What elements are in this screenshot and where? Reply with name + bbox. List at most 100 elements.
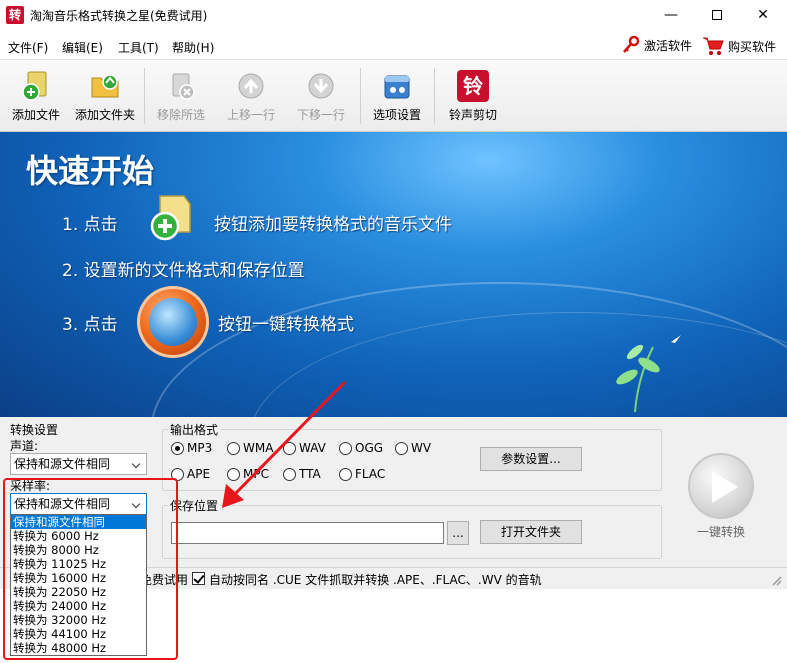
step2-text: 2. 设置新的文件格式和保存位置 bbox=[62, 261, 305, 281]
buy-label: 购买软件 bbox=[728, 39, 777, 54]
activate-label: 激活软件 bbox=[644, 38, 693, 53]
radio-dot bbox=[227, 441, 240, 455]
samplerate-option[interactable]: 转换为 22050 Hz bbox=[11, 585, 146, 599]
remove-selected-button[interactable]: 移除所选 bbox=[152, 66, 210, 126]
move-up-button[interactable]: 上移一行 bbox=[222, 66, 280, 126]
samplerate-label: 采样率: bbox=[10, 479, 51, 493]
menu-edit[interactable]: 编辑(E) bbox=[62, 39, 103, 56]
format-radio-wv[interactable]: WV bbox=[395, 441, 431, 455]
format-label: TTA bbox=[299, 467, 321, 481]
channel-select[interactable]: 保持和源文件相同 bbox=[10, 453, 147, 475]
samplerate-option[interactable]: 转换为 24000 Hz bbox=[11, 599, 146, 613]
format-label: WMA bbox=[243, 441, 274, 455]
samplerate-select[interactable]: 保持和源文件相同 bbox=[10, 493, 147, 515]
app-logo-icon: 转 bbox=[6, 6, 24, 24]
radio-dot bbox=[339, 467, 352, 481]
output-format-group bbox=[162, 429, 662, 491]
step3-text: 按钮一键转换格式 bbox=[218, 315, 354, 335]
buy-software-link[interactable]: 购买软件 bbox=[702, 36, 776, 56]
toolbar-separator bbox=[360, 68, 361, 124]
samplerate-option[interactable]: 转换为 6000 Hz bbox=[11, 529, 146, 543]
channel-label: 声道: bbox=[10, 439, 39, 453]
format-label: FLAC bbox=[355, 467, 386, 481]
open-folder-button[interactable]: 打开文件夹 bbox=[480, 520, 582, 544]
step3-number: 3. 点击 bbox=[62, 315, 118, 335]
radio-dot bbox=[283, 467, 296, 481]
format-radio-flac[interactable]: FLAC bbox=[339, 467, 385, 481]
maximize-icon bbox=[712, 10, 722, 20]
ringtone-cut-button[interactable]: 铃 铃声剪切 bbox=[444, 66, 502, 126]
radio-dot bbox=[171, 467, 184, 481]
maximize-button[interactable] bbox=[694, 0, 740, 30]
arrow-up-icon bbox=[235, 70, 267, 102]
cart-icon bbox=[703, 37, 724, 55]
menu-bar: 文件(F) 编辑(E) 工具(T) 帮助(H) 激活软件 购买软件 bbox=[0, 30, 787, 60]
samplerate-option[interactable]: 转换为 16000 Hz bbox=[11, 571, 146, 585]
menu-help[interactable]: 帮助(H) bbox=[172, 39, 214, 56]
add-file-label: 添加文件 bbox=[11, 108, 60, 122]
auto-cue-label: 自动按同名 .CUE 文件抓取并转换 .APE、.FLAC、.WV 的音轨 bbox=[209, 573, 542, 587]
toolbar: 添加文件 添加文件夹 移除所选 上移一行 下移一行 选项设置 铃 铃声剪切 bbox=[0, 60, 787, 132]
one-key-convert-label: 一键转换 bbox=[697, 525, 746, 539]
step1-number: 1. 点击 bbox=[62, 215, 118, 235]
minimize-button[interactable]: — bbox=[648, 0, 694, 30]
format-radio-tta[interactable]: TTA bbox=[283, 467, 321, 481]
samplerate-value: 保持和源文件相同 bbox=[14, 497, 111, 511]
format-label: MPC bbox=[243, 467, 269, 481]
arrow-down-icon bbox=[305, 70, 337, 102]
format-label: APE bbox=[187, 467, 211, 481]
format-radio-ogg[interactable]: OGG bbox=[339, 441, 383, 455]
samplerate-option[interactable]: 转换为 32000 Hz bbox=[11, 613, 146, 627]
ringtone-icon: 铃 bbox=[457, 70, 489, 102]
format-radio-wma[interactable]: WMA bbox=[227, 441, 273, 455]
samplerate-option[interactable]: 转换为 11025 Hz bbox=[11, 557, 146, 571]
play-icon bbox=[712, 471, 738, 503]
samplerate-option[interactable]: 保持和源文件相同 bbox=[11, 515, 146, 529]
auto-cue-checkbox[interactable] bbox=[192, 572, 205, 585]
ringtone-label: 铃声剪切 bbox=[448, 108, 497, 122]
samplerate-option[interactable]: 转换为 48000 Hz bbox=[11, 641, 146, 655]
remove-label: 移除所选 bbox=[156, 108, 205, 122]
menu-tools[interactable]: 工具(T) bbox=[118, 39, 159, 56]
radio-dot bbox=[339, 441, 352, 455]
convert-icon-inner bbox=[149, 298, 197, 346]
step1-text: 按钮添加要转换格式的音乐文件 bbox=[214, 215, 452, 235]
format-label: WV bbox=[411, 441, 432, 455]
samplerate-option[interactable]: 转换为 8000 Hz bbox=[11, 543, 146, 557]
window-title: 淘淘音乐格式转换之星(免费试用) bbox=[30, 9, 208, 23]
format-radio-mpc[interactable]: MPC bbox=[227, 467, 269, 481]
save-path-input[interactable] bbox=[171, 522, 444, 544]
one-key-convert-button[interactable] bbox=[688, 453, 754, 519]
radio-dot bbox=[227, 467, 240, 481]
options-button[interactable]: 选项设置 bbox=[368, 66, 426, 126]
samplerate-dropdown-list[interactable]: 保持和源文件相同 转换为 6000 Hz 转换为 8000 Hz 转换为 110… bbox=[10, 514, 147, 656]
move-down-button[interactable]: 下移一行 bbox=[292, 66, 350, 126]
convert-big-icon[interactable] bbox=[137, 286, 209, 358]
key-icon bbox=[623, 36, 640, 53]
browse-button[interactable]: ... bbox=[447, 521, 469, 545]
format-label: MP3 bbox=[187, 441, 213, 455]
params-settings-button[interactable]: 参数设置... bbox=[480, 447, 582, 471]
close-button[interactable]: ✕ bbox=[740, 0, 786, 30]
format-label: WAV bbox=[299, 441, 326, 455]
samplerate-option[interactable]: 转换为 44100 Hz bbox=[11, 627, 146, 641]
radio-dot bbox=[171, 441, 184, 455]
move-down-label: 下移一行 bbox=[296, 108, 345, 122]
options-label: 选项设置 bbox=[372, 108, 421, 122]
add-file-button[interactable]: 添加文件 bbox=[8, 66, 64, 126]
title-bar[interactable]: 转 淘淘音乐格式转换之星(免费试用) — ✕ bbox=[0, 0, 787, 30]
channel-value: 保持和源文件相同 bbox=[14, 457, 111, 471]
settings-icon bbox=[381, 70, 413, 102]
add-file-icon bbox=[20, 70, 52, 102]
add-file-big-icon[interactable] bbox=[148, 192, 194, 242]
radio-dot bbox=[283, 441, 296, 455]
add-folder-icon bbox=[89, 70, 121, 102]
format-radio-mp3[interactable]: MP3 bbox=[171, 441, 212, 455]
toolbar-separator bbox=[144, 68, 145, 124]
menu-file[interactable]: 文件(F) bbox=[8, 39, 48, 56]
resize-grip-icon[interactable] bbox=[770, 574, 782, 586]
add-folder-button[interactable]: 添加文件夹 bbox=[72, 66, 138, 126]
activate-software-link[interactable]: 激活软件 bbox=[622, 36, 692, 54]
format-radio-wav[interactable]: WAV bbox=[283, 441, 326, 455]
format-radio-ape[interactable]: APE bbox=[171, 467, 210, 481]
